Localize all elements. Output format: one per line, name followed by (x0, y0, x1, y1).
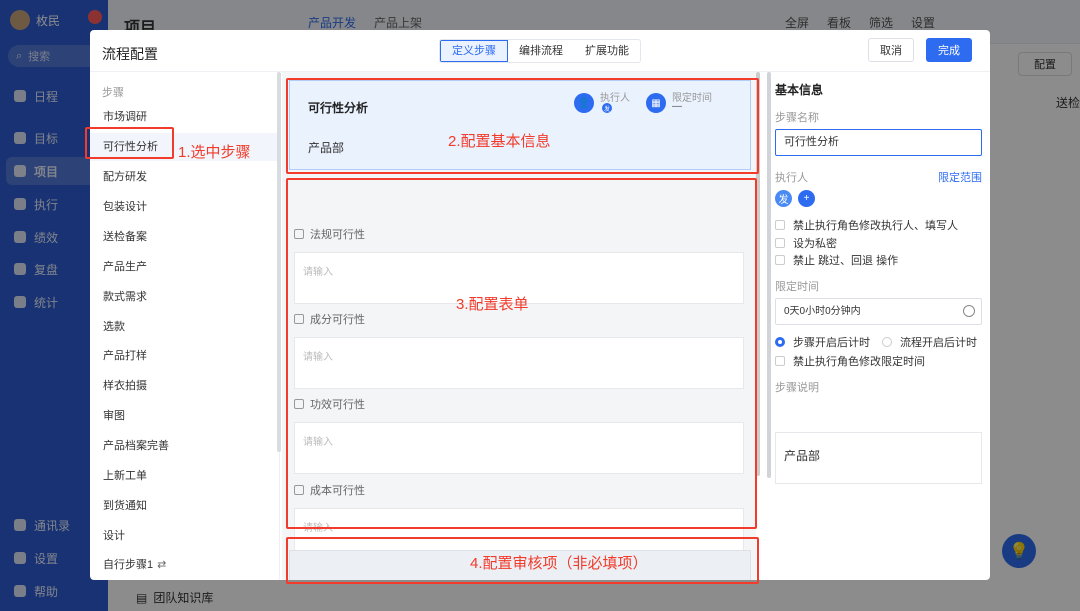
step-desc-label: 步骤说明 (775, 382, 819, 394)
annotation-box-basic-info (286, 78, 759, 174)
step-item[interactable]: 配方研发 (90, 163, 280, 191)
step-item[interactable]: 产品打样 (90, 342, 280, 370)
annotation-select-step: 1.选中步骤 (178, 144, 251, 161)
annotation-form: 3.配置表单 (456, 296, 529, 313)
checkbox[interactable] (775, 255, 785, 265)
step-item[interactable]: 到货通知 (90, 492, 280, 520)
step-item[interactable]: 包装设计 (90, 193, 280, 221)
step-name-input[interactable]: 可行性分析 (775, 129, 982, 156)
modal-header: 流程配置 定义步骤 编排流程 扩展功能 取消 完成 (90, 30, 990, 72)
checkbox-no-skip[interactable]: 禁止 跳过、回退 操作 (775, 252, 898, 268)
executor-avatar[interactable]: 发 (775, 190, 792, 207)
tab-extensions[interactable]: 扩展功能 (574, 40, 640, 62)
swap-icon[interactable]: ⇄ (157, 559, 166, 571)
step-item[interactable]: 产品档案完善 (90, 432, 280, 460)
clock-icon (963, 305, 975, 317)
radio-flow-timer[interactable]: 流程开启后计时 (882, 334, 977, 350)
tab-define-steps[interactable]: 定义步骤 (440, 40, 508, 62)
step-name-label: 步骤名称 (775, 112, 819, 124)
annotation-box-form (286, 178, 757, 529)
step-item[interactable]: 选款 (90, 313, 280, 341)
radio-step-timer[interactable]: 步骤开启后计时 (775, 334, 870, 350)
tab-arrange-flow[interactable]: 编排流程 (508, 40, 574, 62)
step-item[interactable]: 款式需求 (90, 283, 280, 311)
checkbox[interactable] (775, 220, 785, 230)
radio-button[interactable] (775, 337, 785, 347)
properties-scrollbar[interactable] (767, 72, 771, 478)
steps-heading: 步骤 (102, 87, 124, 99)
step-item[interactable]: 产品生产 (90, 253, 280, 281)
step-item[interactable]: 设计 (90, 522, 280, 550)
annotation-basic-info: 2.配置基本信息 (448, 133, 551, 150)
step-item[interactable]: 上新工单 (90, 462, 280, 490)
cancel-button[interactable]: 取消 (868, 38, 914, 62)
annotation-box-step (85, 127, 174, 159)
step-item[interactable]: 审图 (90, 402, 280, 430)
time-limit-label: 限定时间 (775, 281, 819, 293)
properties-panel: 基本信息 步骤名称 可行性分析 执行人 限定范围 发 + 禁止执行角色修改执行人… (767, 72, 990, 580)
radio-button[interactable] (882, 337, 892, 347)
step-item[interactable]: 样衣拍摄 (90, 372, 280, 400)
done-button[interactable]: 完成 (926, 38, 972, 62)
basic-info-title: 基本信息 (775, 83, 824, 97)
modal-tabs: 定义步骤 编排流程 扩展功能 (439, 39, 641, 63)
add-executor-icon[interactable]: + (798, 190, 815, 207)
checkbox[interactable] (775, 238, 785, 248)
checkbox-lock-time[interactable]: 禁止执行角色修改限定时间 (775, 353, 925, 369)
step-desc-input[interactable]: 产品部 (775, 432, 982, 484)
step-item[interactable]: 送检备案 (90, 223, 280, 251)
annotation-audit: 4.配置审核项（非必填项） (470, 555, 648, 572)
time-limit-input[interactable]: 0天0小时0分钟内 (775, 298, 982, 325)
step-item-custom[interactable]: 自行步骤1 ⇄ (90, 551, 280, 579)
checkbox[interactable] (775, 356, 785, 366)
limit-scope-link[interactable]: 限定范围 (938, 169, 982, 185)
executor-label: 执行人 (775, 172, 808, 184)
checkbox-lock-executor[interactable]: 禁止执行角色修改执行人、填写人 (775, 217, 958, 233)
steps-scrollbar[interactable] (277, 72, 281, 452)
modal-title: 流程配置 (102, 46, 158, 62)
checkbox-private[interactable]: 设为私密 (775, 235, 837, 251)
